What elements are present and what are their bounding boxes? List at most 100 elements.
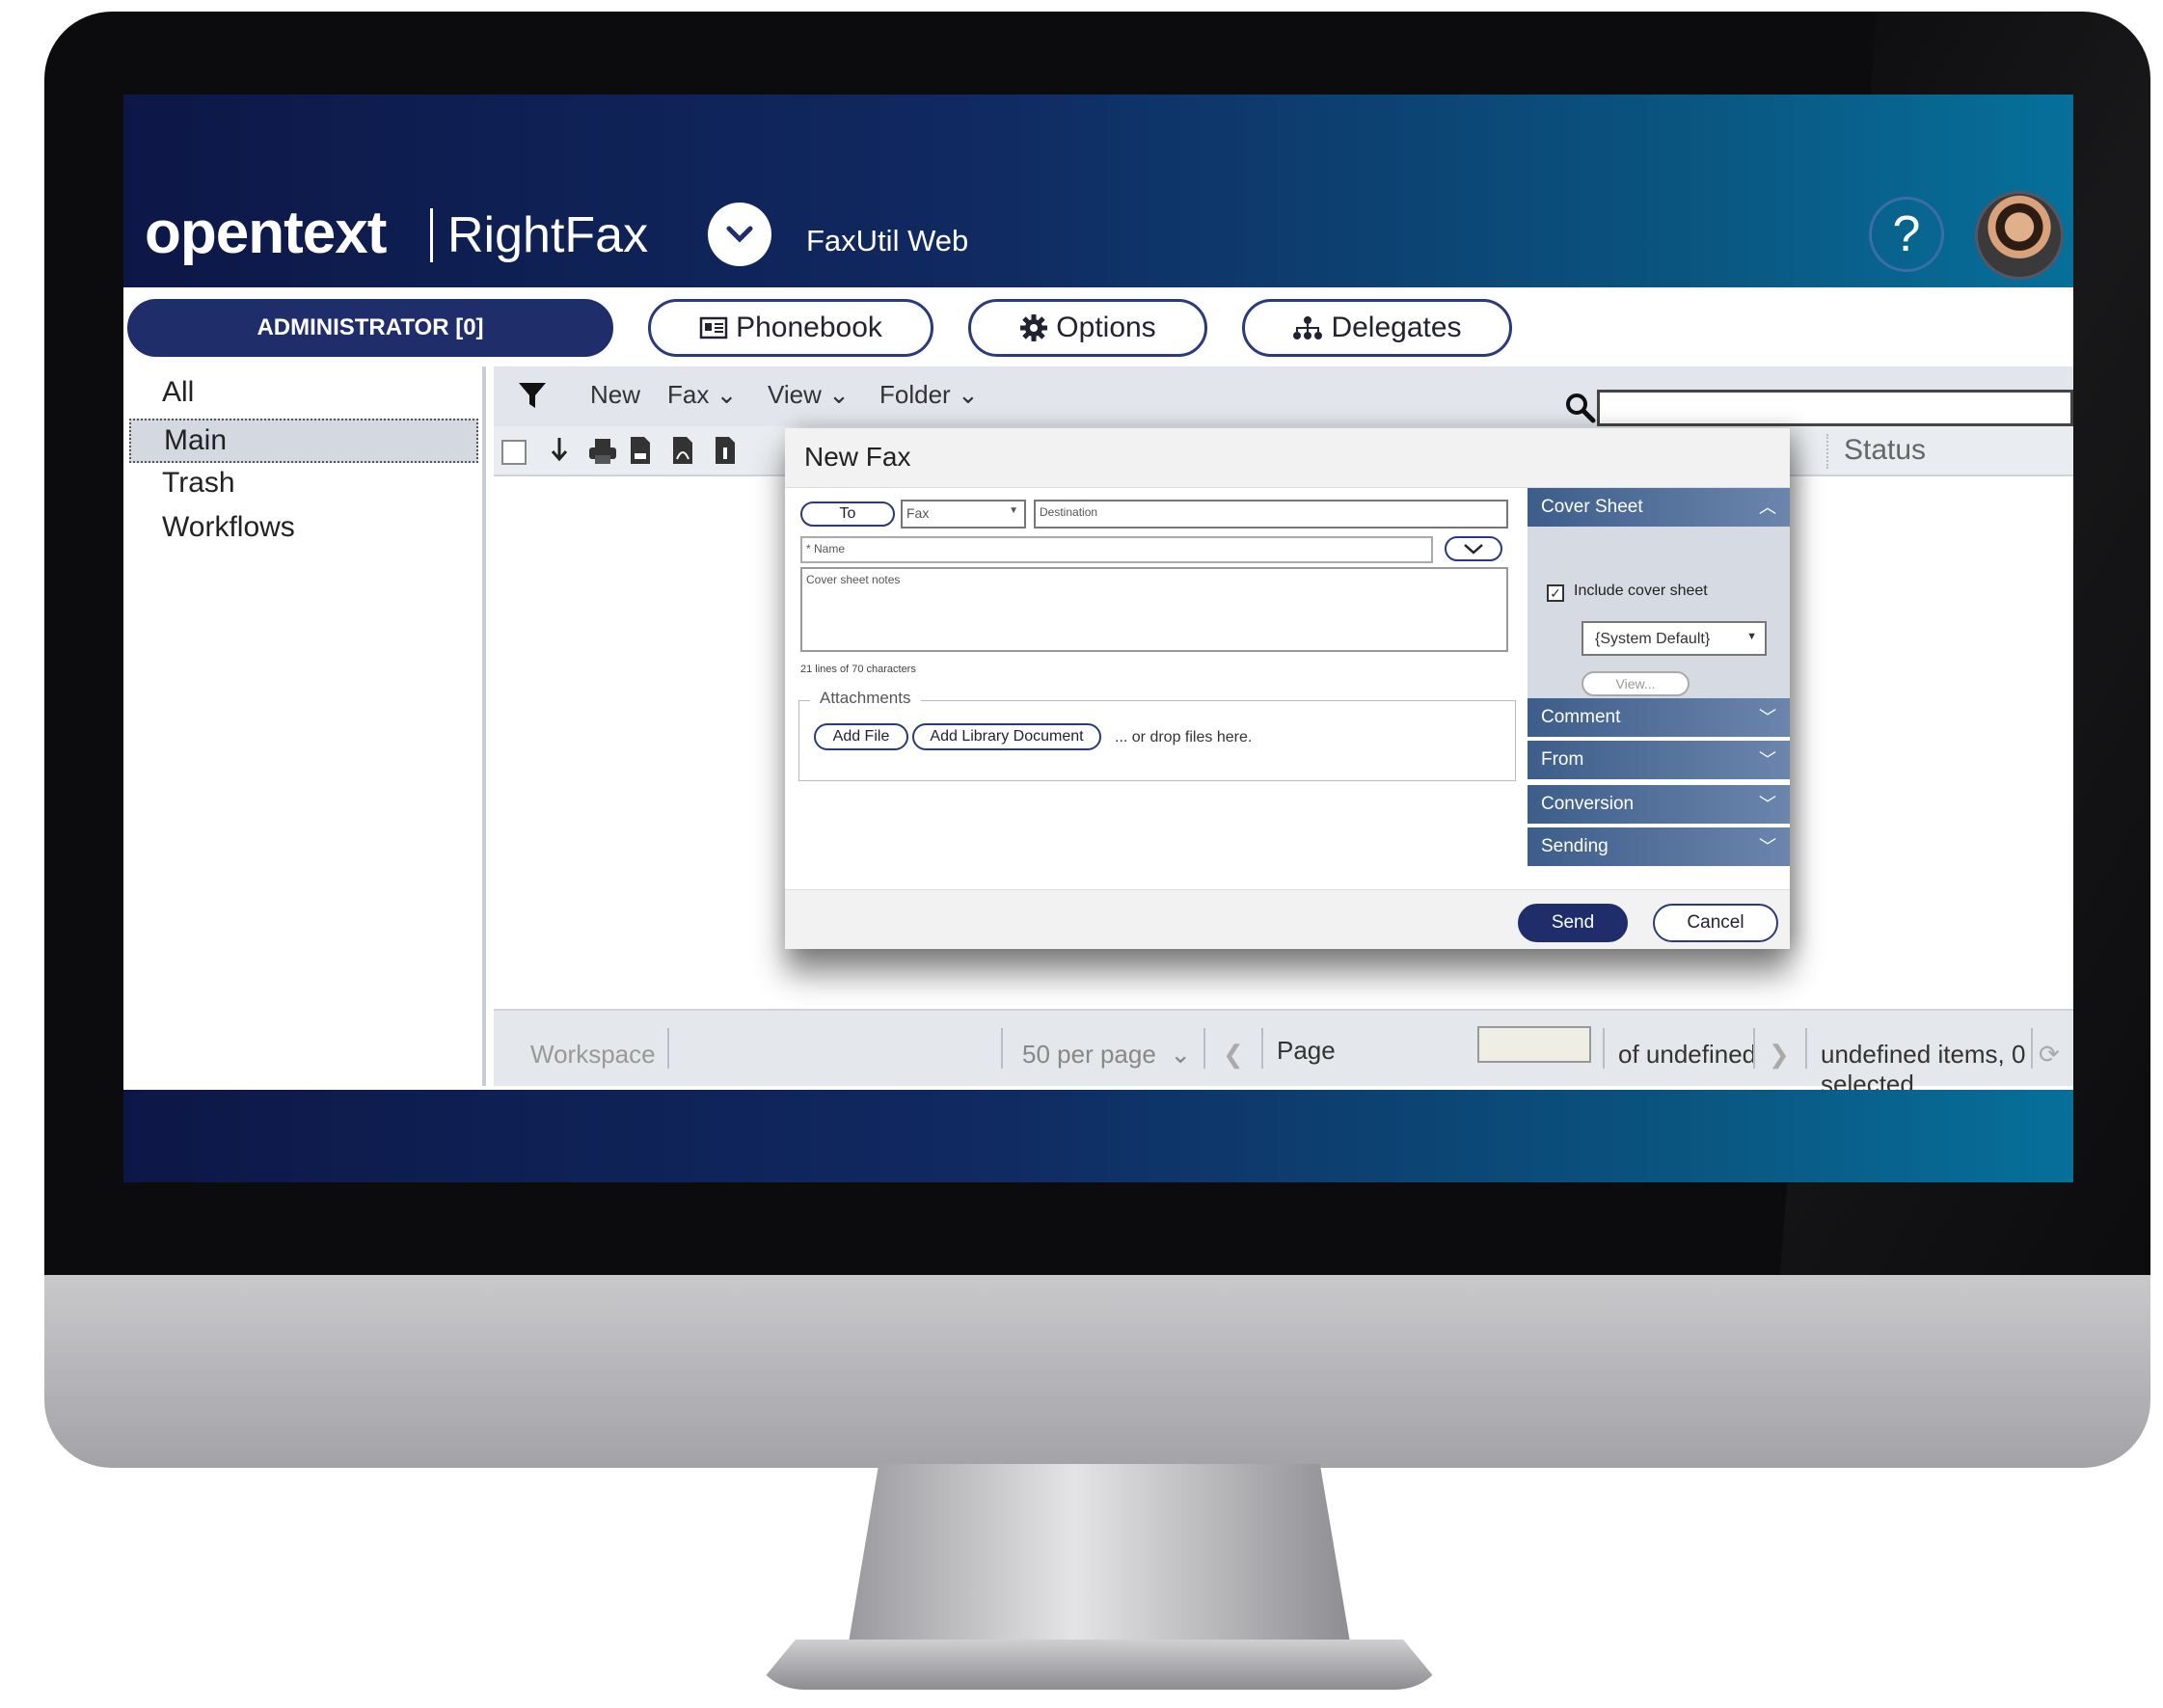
contact-card-icon (699, 316, 728, 339)
folder-main[interactable]: Main (129, 419, 478, 463)
folder-all[interactable]: All (162, 376, 194, 409)
document-icon[interactable] (629, 436, 652, 465)
column-divider (1826, 434, 1828, 469)
fax-type-value: Fax (906, 505, 930, 521)
header-bar: opentext RightFax FaxUtil Web ? (123, 95, 2073, 287)
chevron-down-icon: ⌄ (957, 380, 979, 409)
destination-input[interactable]: Destination (1034, 500, 1508, 529)
pdf-icon[interactable] (671, 436, 694, 465)
cover-notes-textarea[interactable]: Cover sheet notes (800, 567, 1508, 652)
tab-administrator[interactable]: ADMINISTRATOR [0] (127, 299, 613, 357)
notes-hint: 21 lines of 70 characters (800, 664, 916, 675)
tab-admin-label: ADMINISTRATOR [0] (257, 314, 484, 340)
folder-menu[interactable]: Folder ⌄ (879, 380, 979, 410)
monitor-chin (44, 1275, 2150, 1468)
sending-label: Sending (1541, 836, 1609, 856)
dialog-footer: Send Cancel (785, 889, 1790, 949)
caret-down-icon: ▼ (1746, 631, 1757, 642)
help-button[interactable]: ? (1869, 197, 1944, 272)
per-page-select[interactable]: 50 per page ⌄ (1022, 1040, 1191, 1070)
chevron-down-icon: ⌄ (828, 380, 850, 409)
name-lookup-button[interactable] (1445, 536, 1502, 561)
page-count: of undefined (1618, 1040, 1757, 1069)
pager-bar: Workspace 50 per page ⌄ ❮ Page of undefi… (494, 1009, 2073, 1098)
print-icon[interactable] (588, 438, 617, 465)
chevron-down-icon: ﹀ (1759, 708, 1776, 727)
attachments-legend: Attachments (810, 689, 921, 708)
to-button[interactable]: To (800, 502, 895, 527)
gear-icon (1020, 314, 1048, 341)
avatar[interactable] (1975, 191, 2064, 280)
pager-divider (1203, 1028, 1205, 1069)
help-icon: ? (1892, 206, 1921, 262)
nav-menu-button[interactable] (708, 203, 771, 266)
tab-phonebook[interactable]: Phonebook (648, 299, 933, 357)
folder-sidebar: All Main Trash Workflows (123, 366, 486, 1086)
select-all-checkbox[interactable] (501, 440, 527, 465)
caret-down-icon: ▼ (1009, 505, 1018, 516)
app-screen: opentext RightFax FaxUtil Web ? ADMINIST… (123, 95, 2073, 1182)
org-chart-icon (1293, 316, 1323, 339)
comment-label: Comment (1541, 707, 1621, 727)
per-page-label: 50 per page (1022, 1040, 1156, 1069)
next-page-icon[interactable]: ❯ (1769, 1040, 1790, 1070)
page-input[interactable] (1477, 1026, 1591, 1063)
tab-phonebook-label: Phonebook (736, 312, 882, 343)
cover-sheet-section[interactable]: Cover Sheet ︿ (1528, 488, 1790, 527)
chevron-down-icon (726, 226, 753, 243)
from-label: From (1541, 749, 1584, 770)
brand-logo: opentext (145, 200, 387, 266)
from-section[interactable]: From ﹀ (1528, 741, 1790, 779)
cancel-button[interactable]: Cancel (1653, 904, 1778, 942)
tab-options-label: Options (1056, 312, 1156, 343)
folder-menu-label: Folder (879, 380, 951, 409)
chevron-down-icon: ﹀ (1759, 837, 1776, 856)
search-input[interactable] (1597, 390, 2073, 426)
chevron-down-icon: ⌄ (1170, 1040, 1192, 1069)
add-file-button[interactable]: Add File (814, 723, 908, 750)
cover-template-select[interactable]: {System Default} ▼ (1582, 621, 1767, 656)
status-column-header[interactable]: Status (1844, 434, 1926, 467)
file-info-icon[interactable] (714, 436, 737, 465)
chevron-up-icon: ︿ (1759, 498, 1776, 517)
include-cover-checkbox[interactable]: ✓ (1547, 584, 1564, 602)
monitor-base (754, 1640, 1445, 1690)
comment-section[interactable]: Comment ﹀ (1528, 698, 1790, 737)
cover-sheet-body: ✓ Include cover sheet {System Default} ▼ … (1528, 527, 1790, 698)
filter-icon[interactable] (517, 380, 548, 411)
pager-divider (1753, 1028, 1755, 1069)
send-button[interactable]: Send (1518, 904, 1628, 942)
chevron-down-icon: ﹀ (1759, 750, 1776, 770)
search-icon[interactable] (1564, 392, 1597, 424)
fax-menu-label: Fax (667, 380, 710, 409)
view-cover-button[interactable]: View... (1582, 671, 1690, 696)
sending-section[interactable]: Sending ﹀ (1528, 827, 1790, 866)
drop-hint: ... or drop files here. (1115, 729, 1253, 746)
page-label: Page (1277, 1036, 1336, 1065)
cover-sheet-label: Cover Sheet (1541, 497, 1643, 517)
monitor-stand (849, 1464, 1350, 1642)
tab-delegates[interactable]: Delegates (1242, 299, 1512, 357)
name-input[interactable]: * Name (800, 536, 1433, 563)
view-menu[interactable]: View ⌄ (768, 380, 850, 410)
new-button[interactable]: New (590, 380, 640, 410)
pager-divider (2031, 1028, 2033, 1069)
tab-options[interactable]: Options (968, 299, 1207, 357)
dialog-header: New Fax (785, 428, 1790, 488)
add-library-document-button[interactable]: Add Library Document (912, 723, 1101, 750)
dialog-title: New Fax (804, 442, 911, 472)
conversion-section[interactable]: Conversion ﹀ (1528, 785, 1790, 824)
view-menu-label: View (768, 380, 822, 409)
cover-template-value: {System Default} (1595, 631, 1711, 647)
fax-menu[interactable]: Fax ⌄ (667, 380, 737, 410)
folder-trash[interactable]: Trash (162, 467, 235, 500)
folder-workflows[interactable]: Workflows (162, 511, 295, 544)
chevron-down-icon: ⌄ (716, 380, 738, 409)
arrow-down-icon[interactable] (550, 436, 569, 463)
fax-type-select[interactable]: Fax ▼ (901, 500, 1026, 529)
prev-page-icon[interactable]: ❮ (1223, 1040, 1244, 1070)
chevron-down-icon: ﹀ (1759, 795, 1776, 814)
refresh-icon[interactable]: ⟳ (2039, 1040, 2060, 1070)
workspace-label[interactable]: Workspace (530, 1040, 656, 1070)
app-title: FaxUtil Web (806, 224, 969, 258)
